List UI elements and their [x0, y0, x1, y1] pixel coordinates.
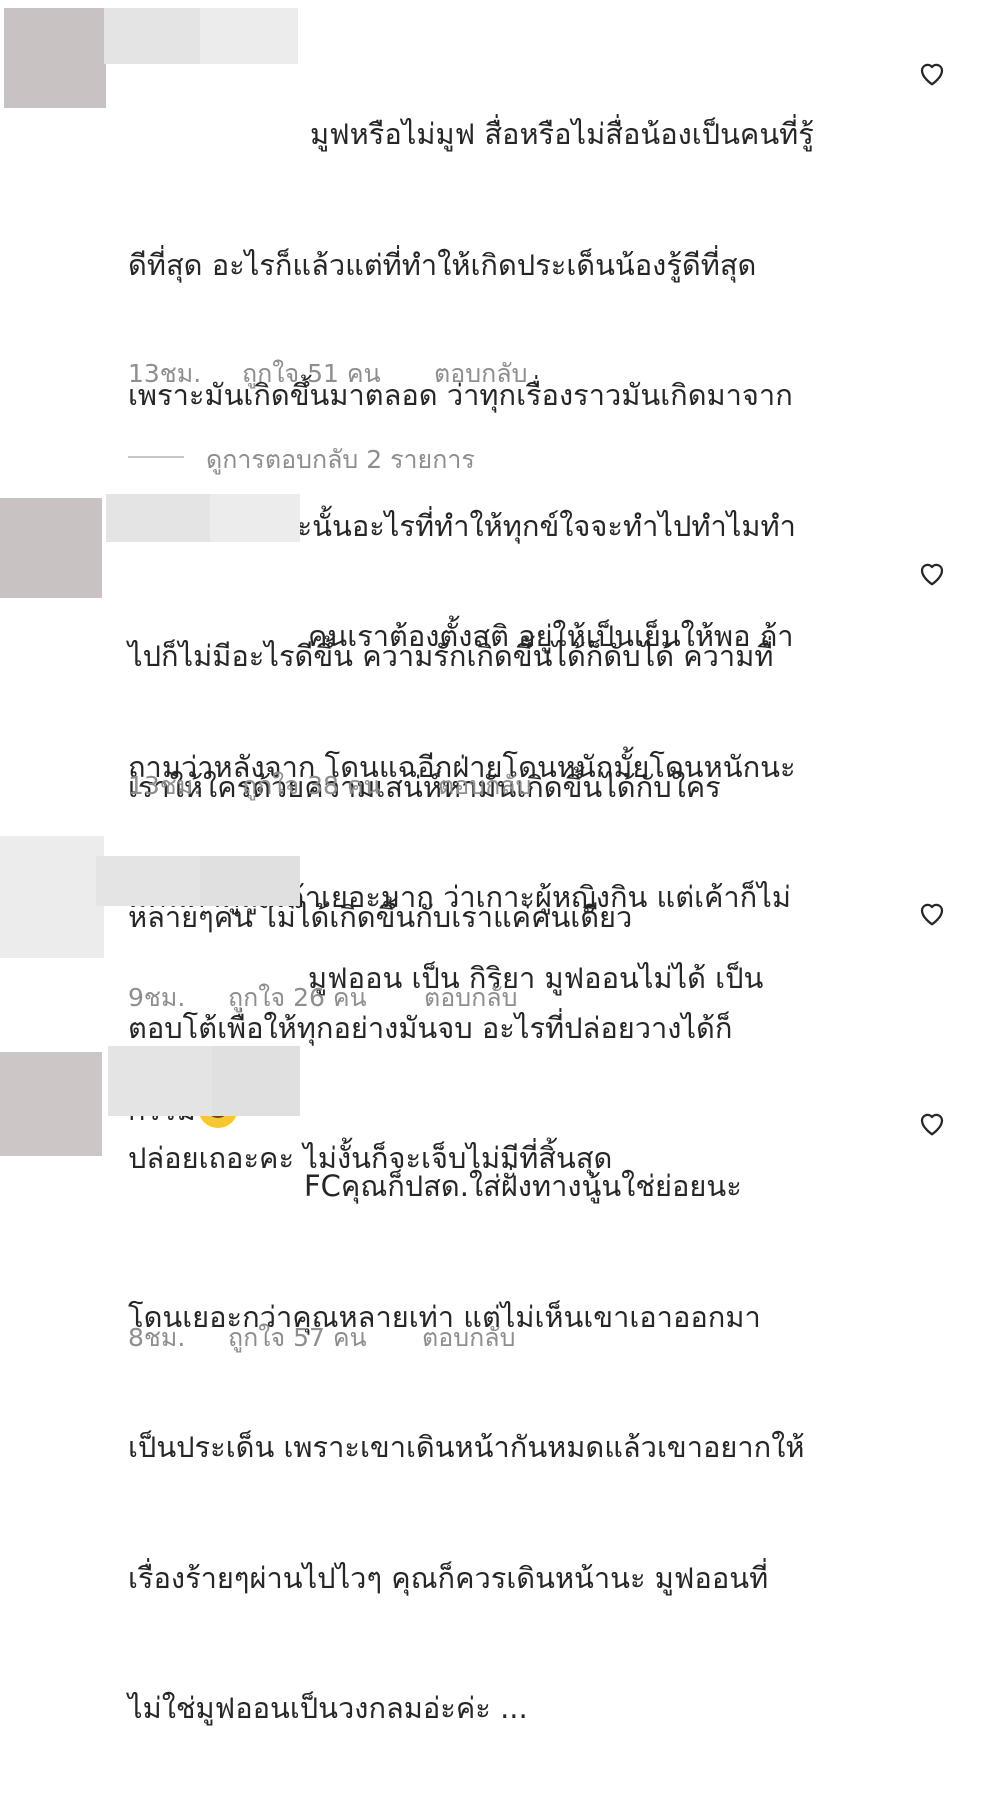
avatar-redacted[interactable] — [0, 1052, 102, 1156]
like-count[interactable]: ถูกใจ 26 คน — [228, 978, 367, 1018]
heart-outline-icon[interactable] — [916, 558, 948, 588]
comment-line: FCคุณก็ปสด.ใส่ฝั่งทางนู้นใช่ย่อยนะ — [304, 1169, 742, 1203]
reply-button[interactable]: ตอบกลับ — [438, 766, 531, 806]
comment-text: FCคุณก็ปสด.ใส่ฝั่งทางนู้นใช่ย่อยนะ โดนเย… — [128, 1078, 868, 1818]
comment-line: ดีที่สุด อะไรก็แล้วแต่ที่ทำให้เกิดประเด็… — [128, 247, 757, 282]
comment-line: คนเราต้องตั้งสติ อยู่ให้เป็นเย็นให้พอ ถ้… — [308, 619, 794, 653]
heart-outline-icon[interactable] — [916, 1108, 948, 1138]
reply-button[interactable]: ตอบกลับ — [434, 354, 527, 394]
comment-time: 13ชม. — [128, 359, 202, 388]
like-count[interactable]: ถูกใจ 57 คน — [228, 1318, 367, 1358]
reply-button[interactable]: ตอบกลับ — [422, 1318, 515, 1358]
comment-time: 8ชม. — [128, 1323, 186, 1352]
heart-outline-icon[interactable] — [916, 58, 948, 88]
reply-button[interactable]: ตอบกลับ — [424, 978, 517, 1018]
comment-line: เรื่องร้ายๆผ่านไปไวๆ คุณก็ควรเดินหน้านะ … — [128, 1560, 769, 1595]
comment-line: มูฟหรือไม่มูฟ สื่อหรือไม่สื่อน้องเป็นคนท… — [310, 117, 814, 151]
like-count[interactable]: ถูกใจ 38 คน — [242, 766, 381, 806]
replies-divider — [128, 456, 184, 458]
heart-outline-icon[interactable] — [916, 898, 948, 928]
comment-line: เป็นประเด็น เพราะเขาเดินหน้ากันหมดแล้วเข… — [128, 1430, 805, 1464]
avatar-redacted[interactable] — [0, 836, 104, 958]
comment-time: 13ชม. — [128, 771, 202, 800]
comment-time: 9ชม. — [128, 983, 186, 1012]
view-replies-label[interactable]: ดูการตอบกลับ 2 รายการ — [206, 440, 475, 480]
comment-line: ไม่ใช่มูฟออนเป็นวงกลมอ่ะค่ะ ... — [128, 1691, 528, 1725]
view-replies-button[interactable]: ดูการตอบกลับ 2 รายการ — [128, 440, 628, 474]
avatar-redacted[interactable] — [4, 8, 106, 108]
like-count[interactable]: ถูกใจ 51 คน — [242, 354, 381, 394]
avatar-redacted[interactable] — [0, 498, 102, 598]
